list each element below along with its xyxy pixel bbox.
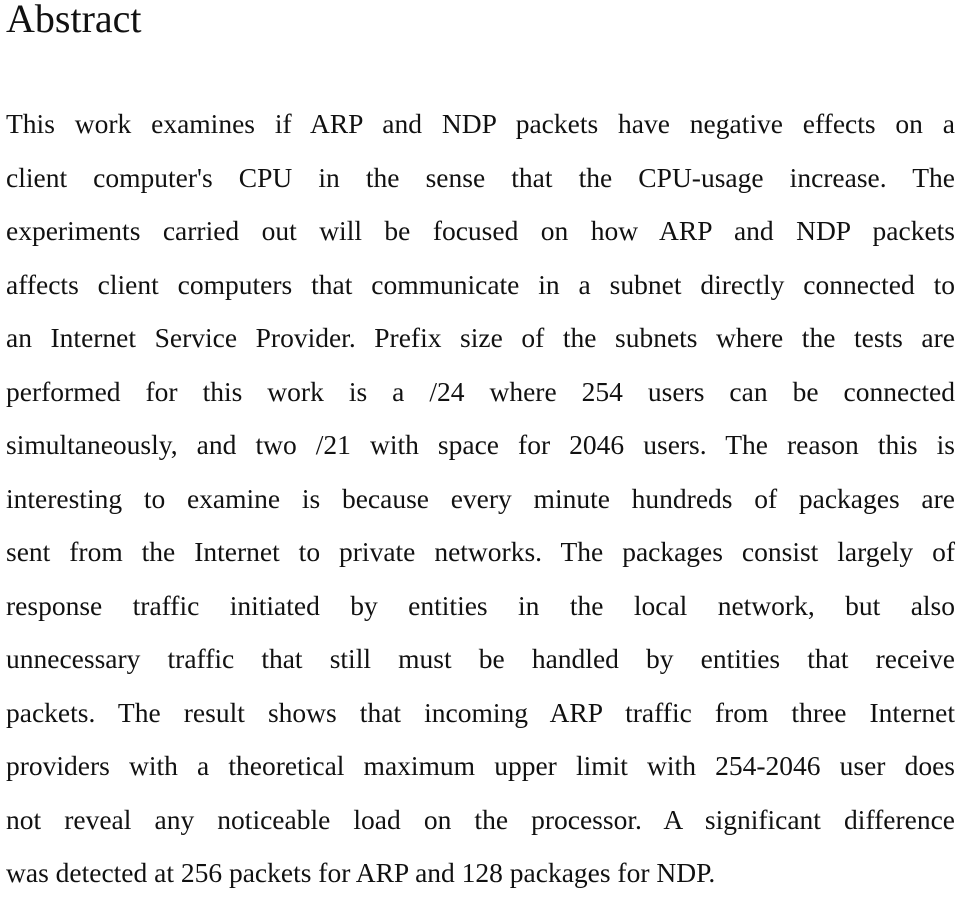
- paragraph-line: packets. The result shows that incoming …: [6, 696, 955, 728]
- paragraph-line: providers with a theoretical maximum upp…: [6, 750, 955, 781]
- paragraph-line: This work examines if ARP and NDP packet…: [6, 108, 955, 139]
- paragraph-line: performed for this work is a /24 where 2…: [6, 375, 955, 407]
- paragraph-line: interesting to examine is because every …: [6, 482, 955, 514]
- paragraph-line: experiments carried out will be focused …: [6, 215, 955, 246]
- paragraph-line: unnecessary traffic that still must be h…: [6, 643, 955, 674]
- abstract-paragraph: This work examines if ARP and NDP packet…: [6, 97, 955, 900]
- paragraph-line: response traffic initiated by entities i…: [6, 589, 955, 621]
- paragraph-line: simultaneously, and two /21 with space f…: [6, 429, 955, 460]
- paragraph-line: not reveal any noticeable load on the pr…: [6, 803, 955, 835]
- section-title: Abstract: [6, 0, 142, 41]
- paragraph-line: sent from the Internet to private networ…: [6, 536, 955, 567]
- paragraph-line-last: was detected at 256 packets for ARP and …: [6, 857, 716, 888]
- paragraph-line: client computer's CPU in the sense that …: [6, 161, 955, 193]
- paragraph-line: affects client computers that communicat…: [6, 268, 955, 300]
- paragraph-line: an Internet Service Provider. Prefix siz…: [6, 322, 955, 353]
- document-page: Abstract This work examines if ARP and N…: [0, 0, 960, 890]
